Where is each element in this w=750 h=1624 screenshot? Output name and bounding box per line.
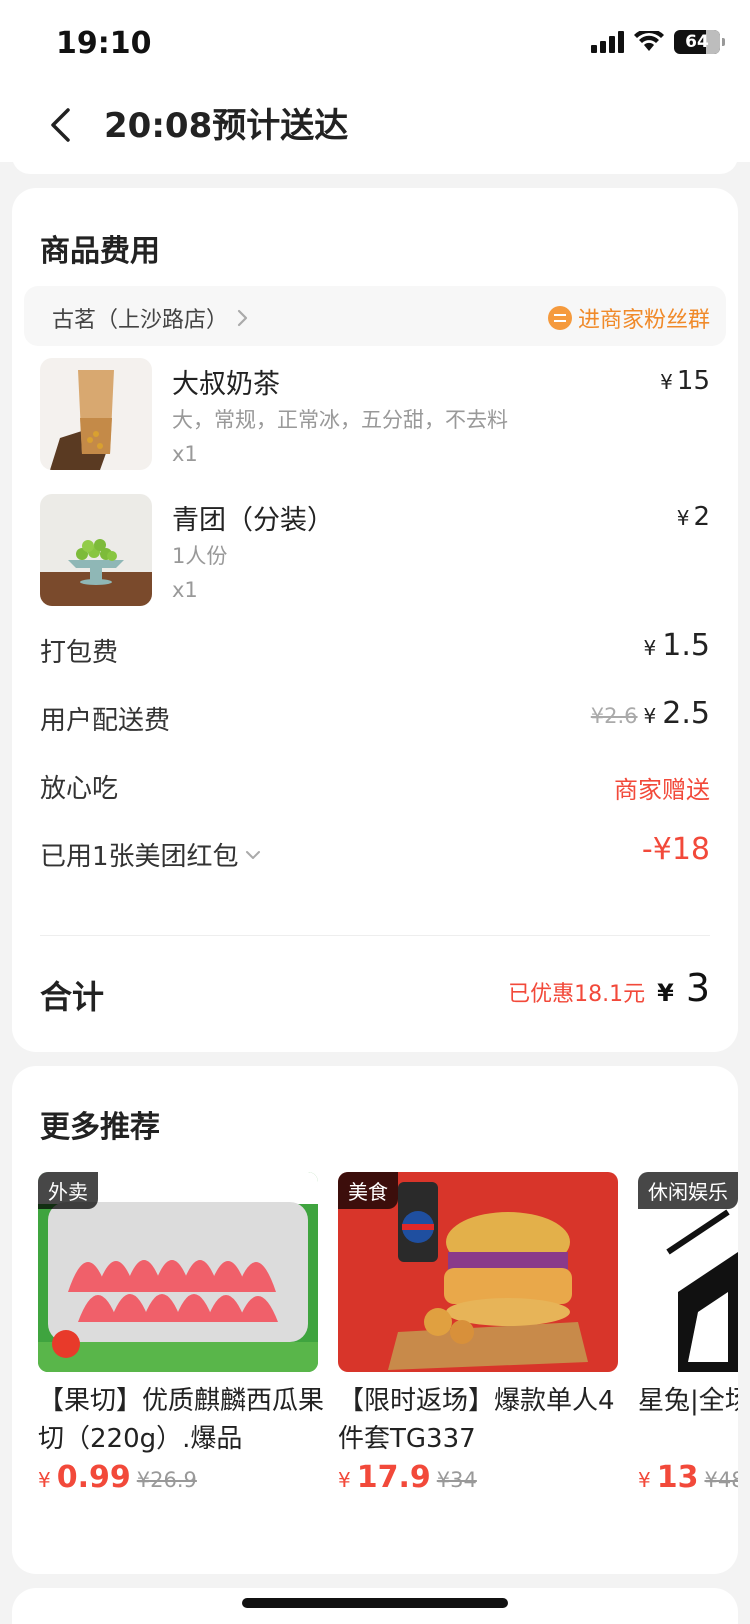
recommend-title: 【果切】优质麒麟西瓜果切（220g）.爆品 — [38, 1386, 325, 1454]
recommend-section-title: 更多推荐 — [40, 1110, 160, 1145]
recommend-price: ¥ 17.9 ¥34 — [338, 1460, 622, 1495]
item-price-value: 15 — [676, 366, 710, 396]
store-link[interactable]: 古茗（上沙路店） — [52, 302, 248, 334]
total-label: 合计 — [40, 978, 105, 1016]
fee-card: 商品费用 古茗（上沙路店） 进商家粉丝群 大叔奶茶 大，常规，正常冰，五分甜，不… — [12, 188, 738, 1052]
redpacket-value: -¥18 — [641, 832, 710, 867]
currency-symbol: ¥ — [676, 506, 690, 530]
delivery-fee-label: 用户配送费 — [40, 706, 171, 736]
item-price: ¥2 — [677, 502, 710, 532]
store-bar: 古茗（上沙路店） 进商家粉丝群 — [24, 286, 726, 346]
currency-symbol: ¥ — [338, 1468, 351, 1492]
item-quantity: x1 — [172, 442, 198, 466]
wifi-icon — [634, 31, 664, 51]
back-button[interactable] — [38, 100, 82, 150]
status-bar: 19:10 64 — [0, 0, 750, 90]
packing-fee-row: 打包费 ¥1.5 — [40, 628, 710, 672]
status-icons: 64 — [591, 30, 725, 54]
item-price: ¥15 — [660, 366, 710, 396]
recommend-title: 【限时返场】爆款单人4件套TG337 — [338, 1386, 615, 1454]
recommend-price-original: ¥34 — [436, 1468, 477, 1492]
chevron-left-icon — [51, 108, 70, 142]
redpacket-label[interactable]: 已用1张美团红包 — [40, 836, 261, 873]
recommend-item[interactable]: 休闲娱乐 星兔|全场星兔电竞 ¥ 13 ¥48 — [638, 1172, 738, 1495]
fans-group-label: 进商家粉丝群 — [577, 308, 710, 333]
recommend-price-now: 17.9 — [356, 1460, 431, 1495]
delivery-fee-value: ¥2.6 ¥2.5 — [591, 696, 710, 731]
milk-tea-image — [40, 358, 152, 470]
fee-section-title: 商品费用 — [40, 234, 160, 269]
store-name: 古茗（上沙路店） — [52, 308, 229, 333]
recommend-price-now: 0.99 — [56, 1460, 131, 1495]
currency-symbol: ¥ — [643, 636, 657, 660]
item-quantity: x1 — [172, 578, 198, 602]
item-price-value: 2 — [693, 502, 710, 532]
status-time: 19:10 — [56, 26, 152, 61]
recommend-tag: 外卖 — [38, 1172, 98, 1209]
delivery-fee-amount: 2.5 — [662, 696, 710, 731]
currency-symbol: ¥ — [638, 1468, 651, 1492]
recommend-item[interactable]: 外卖 【果切】优质麒麟西瓜果切（220g）.爆品 ¥ 0.99 ¥26.9 — [38, 1172, 324, 1495]
chevron-right-icon — [237, 309, 248, 327]
total-saved: 已优惠18.1元 — [508, 982, 646, 1007]
qingtuan-image — [40, 494, 152, 606]
item-name: 大叔奶茶 — [172, 369, 280, 400]
battery-level: 64 — [685, 32, 709, 52]
currency-symbol: ¥ — [660, 370, 673, 394]
recommend-item[interactable]: 美食 【限时返场】爆款单人4件套TG337 ¥ 17.9 ¥34 — [338, 1172, 622, 1495]
battery-icon: 64 — [674, 30, 725, 54]
item-name: 青团（分装） — [172, 505, 334, 536]
total-value: 已优惠18.1元 ¥ 3 — [508, 966, 710, 1010]
page-title: 20:08预计送达 — [104, 106, 349, 146]
currency-symbol: ¥ — [38, 1468, 51, 1492]
recommend-price-original: ¥26.9 — [136, 1468, 197, 1492]
item-spec: 1人份 — [172, 544, 228, 568]
currency-symbol: ¥ — [657, 979, 674, 1007]
packing-fee-amount: 1.5 — [662, 628, 710, 663]
chat-icon — [547, 306, 572, 330]
delivery-fee-row: 用户配送费 ¥2.6 ¥2.5 — [40, 696, 710, 740]
nav-bar: 20:08预计送达 — [0, 90, 750, 162]
order-item[interactable]: 大叔奶茶 大，常规，正常冰，五分甜，不去料 x1 ¥15 — [40, 358, 710, 472]
currency-symbol: ¥ — [643, 704, 657, 728]
redpacket-label-text: 已用1张美团红包 — [40, 842, 239, 872]
chevron-down-icon — [245, 850, 260, 859]
delivery-fee-original: ¥2.6 — [590, 704, 638, 728]
total-amount: 3 — [685, 966, 710, 1010]
fans-group-button[interactable]: 进商家粉丝群 — [547, 302, 710, 334]
previous-card-edge — [12, 156, 738, 174]
recommend-price-now: 13 — [656, 1460, 699, 1495]
item-spec: 大，常规，正常冰，五分甜，不去料 — [172, 408, 508, 432]
packing-fee-value: ¥1.5 — [644, 628, 710, 663]
redpacket-row[interactable]: 已用1张美团红包 -¥18 — [40, 832, 710, 876]
home-indicator[interactable] — [242, 1598, 508, 1608]
recommend-price: ¥ 0.99 ¥26.9 — [38, 1460, 322, 1495]
recommend-card: 更多推荐 外卖 【果切】优质麒麟西瓜果切（220g）.爆品 ¥ 0.99 ¥26… — [12, 1066, 738, 1574]
order-item[interactable]: 青团（分装） 1人份 x1 ¥2 — [40, 494, 710, 608]
divider — [40, 935, 710, 936]
signal-icon — [591, 31, 624, 53]
recommend-tag: 美食 — [338, 1172, 398, 1209]
packing-fee-label: 打包费 — [40, 638, 119, 668]
recommend-price-original: ¥48 — [704, 1468, 738, 1492]
assurance-value: 商家赠送 — [614, 776, 710, 804]
assurance-row: 放心吃 商家赠送 — [40, 764, 710, 808]
recommend-price: ¥ 13 ¥48 — [638, 1460, 738, 1495]
assurance-label: 放心吃 — [40, 774, 119, 804]
recommend-title: 星兔|全场星兔电竞 — [638, 1386, 738, 1416]
recommend-tag: 休闲娱乐 — [638, 1172, 738, 1209]
